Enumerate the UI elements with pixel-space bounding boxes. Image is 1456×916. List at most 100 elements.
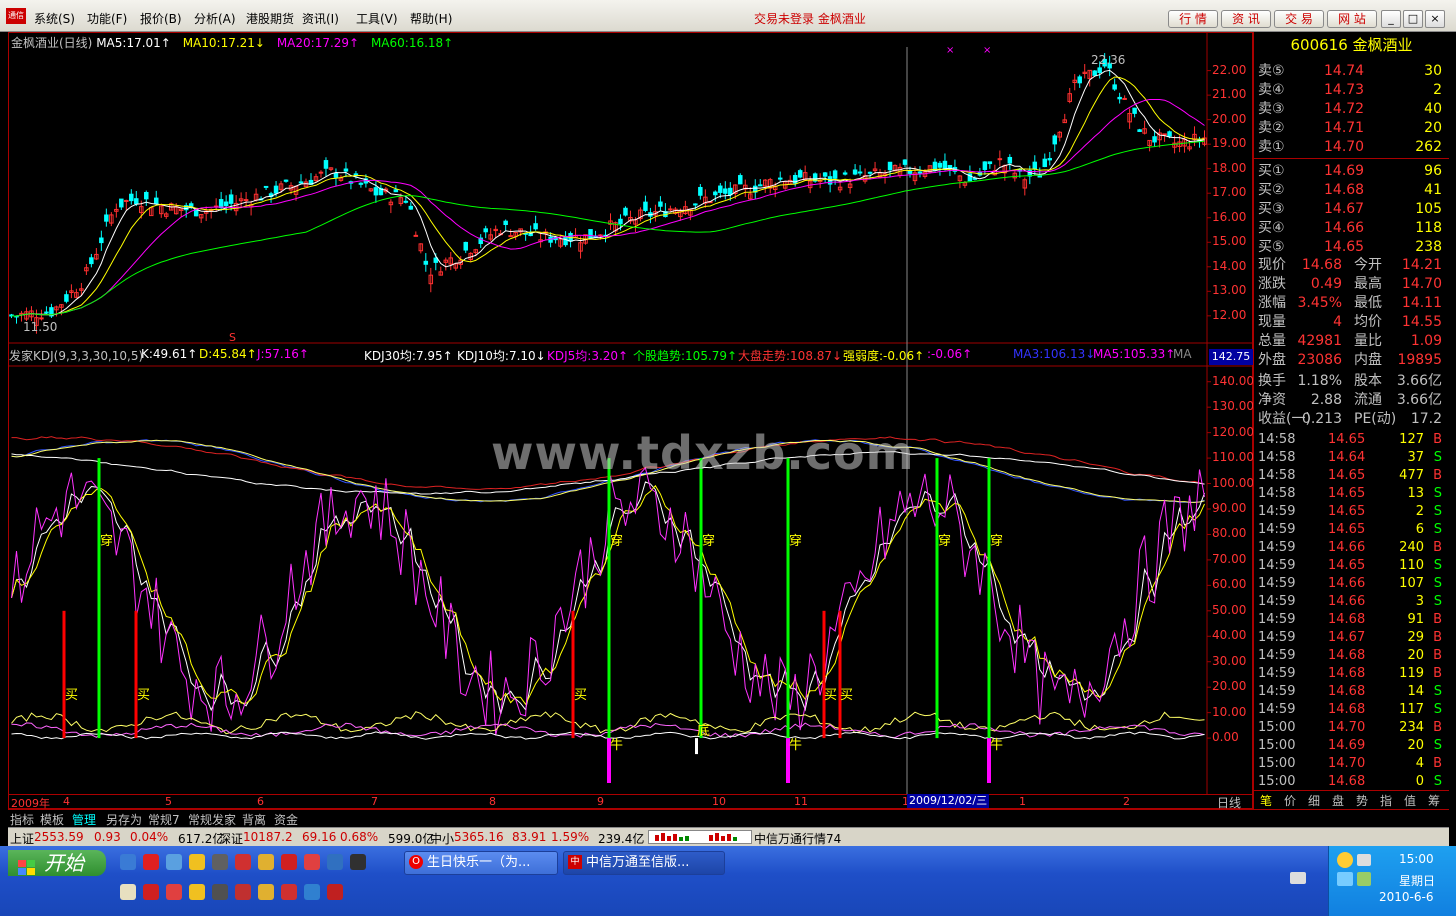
ma5-indicator-value: MA5:105.33↑ bbox=[1093, 347, 1176, 361]
sz-index-change: 69.16 bbox=[302, 830, 337, 844]
quick-launch-icon[interactable] bbox=[235, 884, 251, 900]
bull-signal-label: 牛 bbox=[789, 738, 802, 753]
s-marker: S bbox=[229, 331, 236, 344]
stat-label: 最低 bbox=[1354, 295, 1382, 311]
quick-launch-icon[interactable] bbox=[120, 854, 136, 870]
indicator-tab[interactable]: 常规7 bbox=[148, 811, 180, 828]
quick-launch-icon[interactable] bbox=[166, 854, 182, 870]
indicator-tab[interactable]: 另存为 bbox=[106, 811, 142, 828]
quick-launch-icon[interactable] bbox=[281, 854, 297, 870]
candle-body bbox=[777, 177, 783, 180]
quick-launch-icon[interactable] bbox=[327, 884, 343, 900]
stat-label: 最高 bbox=[1354, 276, 1382, 292]
quick-launch-icon[interactable] bbox=[258, 854, 274, 870]
chart-area[interactable]: 买买买买买穿穿穿穿穿穿牛牛牛底 金枫酒业(日线) MA5:17.01↑ MA10… bbox=[8, 32, 1254, 810]
stat-label: 内盘 bbox=[1354, 352, 1382, 368]
tick-row: 14:59 14.68 20 B bbox=[1258, 646, 1446, 665]
sz-index-name[interactable]: 深证 bbox=[219, 830, 243, 847]
tick-direction: B bbox=[1433, 612, 1442, 627]
minimize-button[interactable]: _ bbox=[1381, 10, 1401, 28]
tick-row: 14:59 14.65 2 S bbox=[1258, 502, 1446, 521]
website-button[interactable]: 网 站 bbox=[1327, 10, 1377, 28]
quick-launch-icon[interactable] bbox=[143, 884, 159, 900]
tick-time: 14:59 bbox=[1258, 630, 1296, 645]
market-button[interactable]: 行 情 bbox=[1168, 10, 1218, 28]
tick-volume: 3 bbox=[1415, 594, 1424, 609]
tick-volume: 91 bbox=[1407, 612, 1424, 627]
task-zhongxin[interactable]: 中 中信万通至信版... bbox=[563, 851, 725, 875]
menu-analysis[interactable]: 分析(A) bbox=[194, 10, 236, 27]
panel-tab[interactable]: 值 bbox=[1404, 792, 1416, 809]
clock-time[interactable]: 15:00 bbox=[1399, 852, 1434, 866]
quick-launch-icon[interactable] bbox=[327, 854, 343, 870]
security-icon[interactable] bbox=[1357, 872, 1371, 886]
panel-tab[interactable]: 价 bbox=[1284, 792, 1296, 809]
quick-launch-icon[interactable] bbox=[281, 884, 297, 900]
tick-volume: 477 bbox=[1399, 468, 1424, 483]
menu-hk-futures[interactable]: 港股期货 bbox=[246, 10, 294, 27]
quick-launch-icon[interactable] bbox=[120, 884, 136, 900]
candle-body bbox=[39, 317, 44, 320]
stat-value: 17.2 bbox=[1410, 411, 1442, 427]
candle-body bbox=[323, 160, 329, 169]
tick-direction: B bbox=[1433, 648, 1442, 663]
volume-icon[interactable] bbox=[1337, 872, 1353, 886]
menu-quote[interactable]: 报价(B) bbox=[140, 10, 182, 27]
quick-launch-icon[interactable] bbox=[258, 884, 274, 900]
menu-info[interactable]: 资讯(I) bbox=[302, 10, 339, 27]
candle-body bbox=[937, 162, 943, 168]
indicator-tab[interactable]: 背离 bbox=[242, 811, 266, 828]
quick-launch-icon[interactable] bbox=[166, 884, 182, 900]
panel-tab[interactable]: 筹 bbox=[1428, 792, 1440, 809]
quick-launch-icon[interactable] bbox=[304, 854, 320, 870]
network-icon[interactable] bbox=[1357, 854, 1371, 866]
quick-launch-icon[interactable] bbox=[212, 884, 228, 900]
menu-help[interactable]: 帮助(H) bbox=[410, 10, 452, 27]
menu-function[interactable]: 功能(F) bbox=[87, 10, 127, 27]
keyboard-icon[interactable] bbox=[1290, 872, 1306, 884]
chart-canvas[interactable]: 买买买买买穿穿穿穿穿穿牛牛牛底 bbox=[9, 33, 1254, 810]
news-button[interactable]: 资 讯 bbox=[1221, 10, 1271, 28]
quick-launch-icon[interactable] bbox=[235, 854, 251, 870]
candle-body bbox=[1112, 84, 1117, 90]
tick-direction: S bbox=[1433, 450, 1442, 465]
candle-body bbox=[1042, 158, 1048, 168]
buy-volume: 118 bbox=[1415, 220, 1442, 236]
indicator-tab[interactable]: 资金 bbox=[274, 811, 298, 828]
start-button[interactable]: 开始 bbox=[8, 850, 106, 876]
indicator-tab[interactable]: 管理 bbox=[72, 811, 96, 828]
menu-tools[interactable]: 工具(V) bbox=[356, 10, 398, 27]
panel-tab[interactable]: 笔 bbox=[1260, 792, 1272, 809]
stat-row: 现价 14.68 今开 14.21 bbox=[1258, 256, 1446, 275]
sh-index-name[interactable]: 上证 bbox=[10, 830, 34, 847]
panel-tab[interactable]: 细 bbox=[1308, 792, 1320, 809]
quick-launch-icon[interactable] bbox=[189, 854, 205, 870]
quick-launch-icon[interactable] bbox=[143, 854, 159, 870]
time-tick-label: 8 bbox=[489, 795, 496, 808]
task-birthday[interactable]: O 生日快乐一（为... bbox=[404, 851, 558, 875]
tick-price: 14.68 bbox=[1328, 666, 1366, 681]
maximize-button[interactable]: □ bbox=[1403, 10, 1423, 28]
zx-index-name[interactable]: 中小 bbox=[430, 830, 454, 847]
buy-row: 买④ 14.66 118 bbox=[1258, 219, 1446, 238]
indicator-tab[interactable]: 模板 bbox=[40, 811, 64, 828]
indicator-tab[interactable]: 指标 bbox=[10, 811, 34, 828]
indicator-name[interactable]: 发家KDJ(9,3,3,30,10,5) bbox=[9, 347, 143, 364]
quick-launch-icon[interactable] bbox=[212, 854, 228, 870]
close-button[interactable]: × bbox=[1425, 10, 1445, 28]
candle-body bbox=[273, 185, 279, 194]
quick-launch-icon[interactable] bbox=[189, 884, 205, 900]
indicator-tick-label: 0.00 bbox=[1212, 730, 1239, 745]
panel-tab[interactable]: 势 bbox=[1356, 792, 1368, 809]
breadth-icon bbox=[655, 833, 737, 841]
quick-launch-icon[interactable] bbox=[304, 884, 320, 900]
panel-tab[interactable]: 指 bbox=[1380, 792, 1392, 809]
qq-icon[interactable] bbox=[1337, 852, 1353, 868]
quick-launch-icon[interactable] bbox=[350, 854, 366, 870]
trade-button[interactable]: 交 易 bbox=[1274, 10, 1324, 28]
panel-tab[interactable]: 盘 bbox=[1332, 792, 1344, 809]
buy-price: 14.65 bbox=[1324, 239, 1365, 255]
candle-body bbox=[1007, 156, 1013, 164]
indicator-tab[interactable]: 常规发家 bbox=[188, 811, 236, 828]
menu-system[interactable]: 系统(S) bbox=[34, 10, 75, 27]
